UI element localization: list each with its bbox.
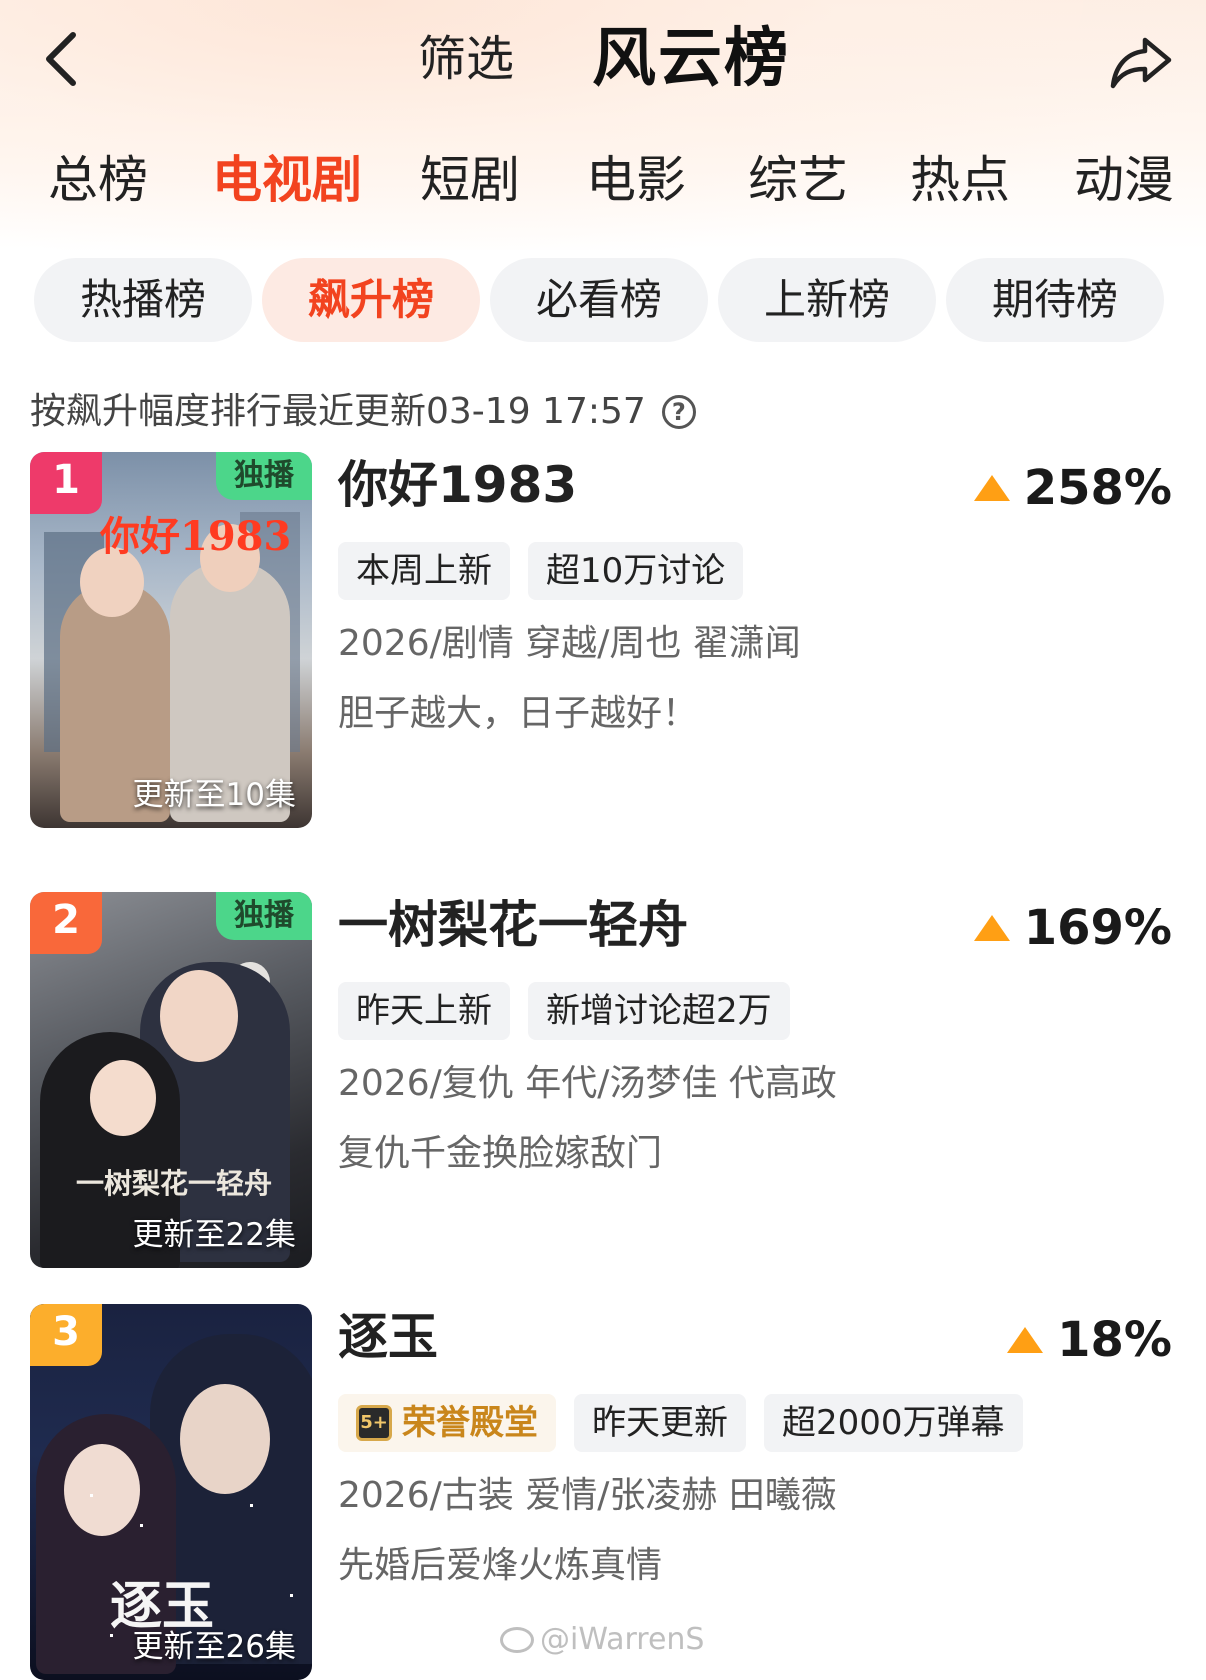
weibo-watermark: @iWarrenS (500, 1622, 704, 1657)
tab-hot[interactable]: 热点 (910, 142, 1010, 218)
drama-title[interactable]: 逐玉 (338, 1304, 438, 1370)
tab-tv-series[interactable]: 电视剧 (212, 142, 362, 218)
rank-badge: 3 (30, 1304, 102, 1366)
tag: 本周上新 (338, 542, 510, 600)
exclusive-badge: 独播 (216, 892, 312, 940)
page-title: 风云榜 (592, 22, 790, 96)
drama-meta: 2026/古装 爱情/张凌赫 田曦薇 (338, 1475, 837, 1516)
tag: 昨天上新 (338, 982, 510, 1040)
tag-list: 本周上新 超10万讨论 (338, 542, 744, 600)
poster-logo: 一树梨花一轻舟 (76, 1167, 273, 1200)
rise-indicator: 18% (1007, 1310, 1172, 1370)
tag: 新增讨论超2万 (528, 982, 790, 1040)
watermark-text: @iWarrenS (540, 1622, 705, 1657)
chip-anticipated[interactable]: 期待榜 (946, 258, 1164, 342)
drama-title[interactable]: 你好1983 (338, 452, 577, 518)
tab-short-drama[interactable]: 短剧 (420, 142, 520, 218)
share-button[interactable] (1108, 34, 1174, 92)
tab-anime[interactable]: 动漫 (1074, 142, 1174, 218)
list-item[interactable]: 你好1983 1 独播 更新至10集 你好1983 258% 本周上新 超10万… (30, 452, 1180, 828)
triangle-up-icon (973, 915, 1010, 941)
honor-shield-icon: 5+ (356, 1405, 392, 1441)
rise-indicator: 169% (973, 898, 1172, 958)
tab-variety[interactable]: 综艺 (748, 142, 848, 218)
weibo-icon (500, 1626, 534, 1653)
drama-description: 复仇千金换脸嫁敌门 (338, 1133, 663, 1174)
poster-logo: 你好1983 (100, 513, 292, 560)
exclusive-badge: 独播 (216, 452, 312, 500)
top-navigation-bar: 筛选 风云榜 (0, 0, 1206, 125)
tag: 昨天更新 (574, 1394, 746, 1452)
ranking-info: 按飙升幅度排行最近更新03-19 17:57 ? (30, 390, 696, 434)
episode-count: 更新至10集 (132, 777, 296, 813)
chip-must-watch[interactable]: 必看榜 (490, 258, 708, 342)
triangle-up-icon (1007, 1327, 1044, 1353)
ranking-info-text: 按飙升幅度排行最近更新03-19 17:57 (30, 391, 646, 432)
poster-image[interactable]: 你好1983 1 独播 更新至10集 (30, 452, 312, 828)
chip-rising[interactable]: 飙升榜 (262, 258, 480, 342)
rise-percentage: 18% (1057, 1312, 1172, 1368)
chevron-left-icon (46, 32, 76, 86)
rise-indicator: 258% (973, 458, 1172, 518)
honor-tag-label: 荣誉殿堂 (402, 1403, 538, 1443)
back-button[interactable] (36, 28, 86, 90)
rank-badge: 1 (30, 452, 102, 514)
tab-all[interactable]: 总榜 (48, 142, 148, 218)
triangle-up-icon (973, 475, 1010, 501)
episode-count: 更新至22集 (132, 1217, 296, 1253)
rise-percentage: 169% (1023, 900, 1172, 956)
tab-movie[interactable]: 电影 (586, 142, 686, 218)
tag: 超10万讨论 (528, 542, 744, 600)
drama-description: 先婚后爱烽火炼真情 (338, 1545, 663, 1586)
share-arrow-icon (1110, 37, 1172, 89)
honor-tag[interactable]: 5+ 荣誉殿堂 (338, 1394, 556, 1452)
filter-button[interactable]: 筛选 (418, 28, 514, 90)
tag-list: 5+ 荣誉殿堂 昨天更新 超2000万弹幕 (338, 1394, 1023, 1452)
drama-title[interactable]: 一树梨花一轻舟 (338, 892, 688, 958)
category-tab-bar: 总榜 电视剧 短剧 电影 综艺 热点 动漫 (0, 142, 1206, 218)
rise-percentage: 258% (1023, 460, 1172, 516)
tag: 超2000万弹幕 (764, 1394, 1023, 1452)
rank-badge: 2 (30, 892, 102, 954)
chip-new-release[interactable]: 上新榜 (718, 258, 936, 342)
poster-image[interactable]: 逐玉 3 更新至26集 (30, 1304, 312, 1680)
poster-image[interactable]: 一树梨花一轻舟 2 独播 更新至22集 (30, 892, 312, 1268)
ranking-type-chips: 热播榜 飙升榜 必看榜 上新榜 期待榜 (0, 258, 1206, 342)
chip-hot-play[interactable]: 热播榜 (34, 258, 252, 342)
list-item[interactable]: 一树梨花一轻舟 2 独播 更新至22集 一树梨花一轻舟 169% 昨天上新 新增… (30, 892, 1180, 1268)
drama-description: 胆子越大，日子越好！ (338, 693, 699, 734)
tag-list: 昨天上新 新增讨论超2万 (338, 982, 790, 1040)
question-circle-icon[interactable]: ? (661, 395, 696, 429)
drama-meta: 2026/复仇 年代/汤梦佳 代高政 (338, 1063, 837, 1104)
episode-count: 更新至26集 (132, 1629, 296, 1665)
drama-meta: 2026/剧情 穿越/周也 翟潇闻 (338, 623, 801, 664)
